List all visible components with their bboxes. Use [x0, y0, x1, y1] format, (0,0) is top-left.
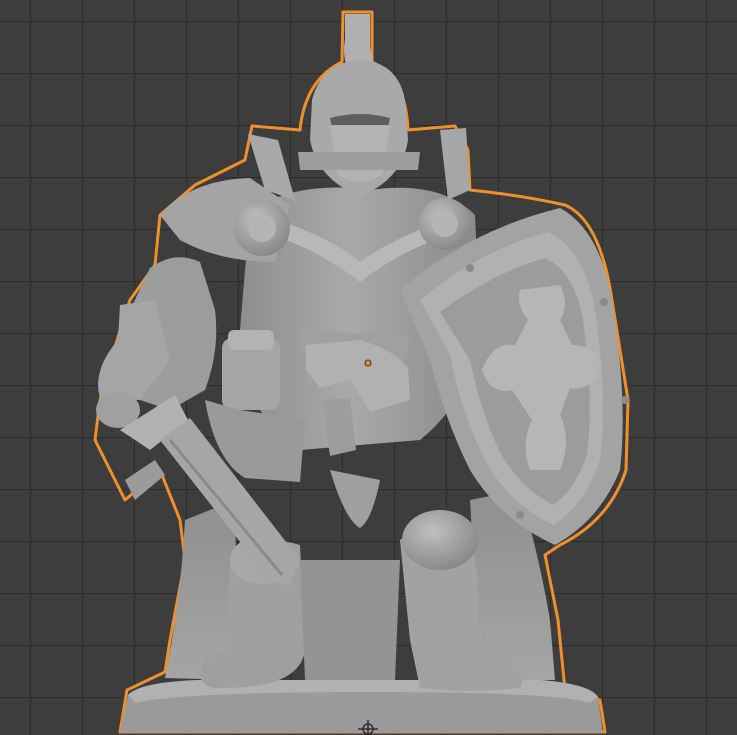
sword-arm [96, 257, 217, 428]
3d-viewport[interactable] [0, 0, 737, 735]
scene-canvas[interactable] [0, 0, 737, 735]
base [120, 680, 603, 733]
helmet [298, 14, 420, 196]
object-origin-marker[interactable] [364, 359, 372, 367]
